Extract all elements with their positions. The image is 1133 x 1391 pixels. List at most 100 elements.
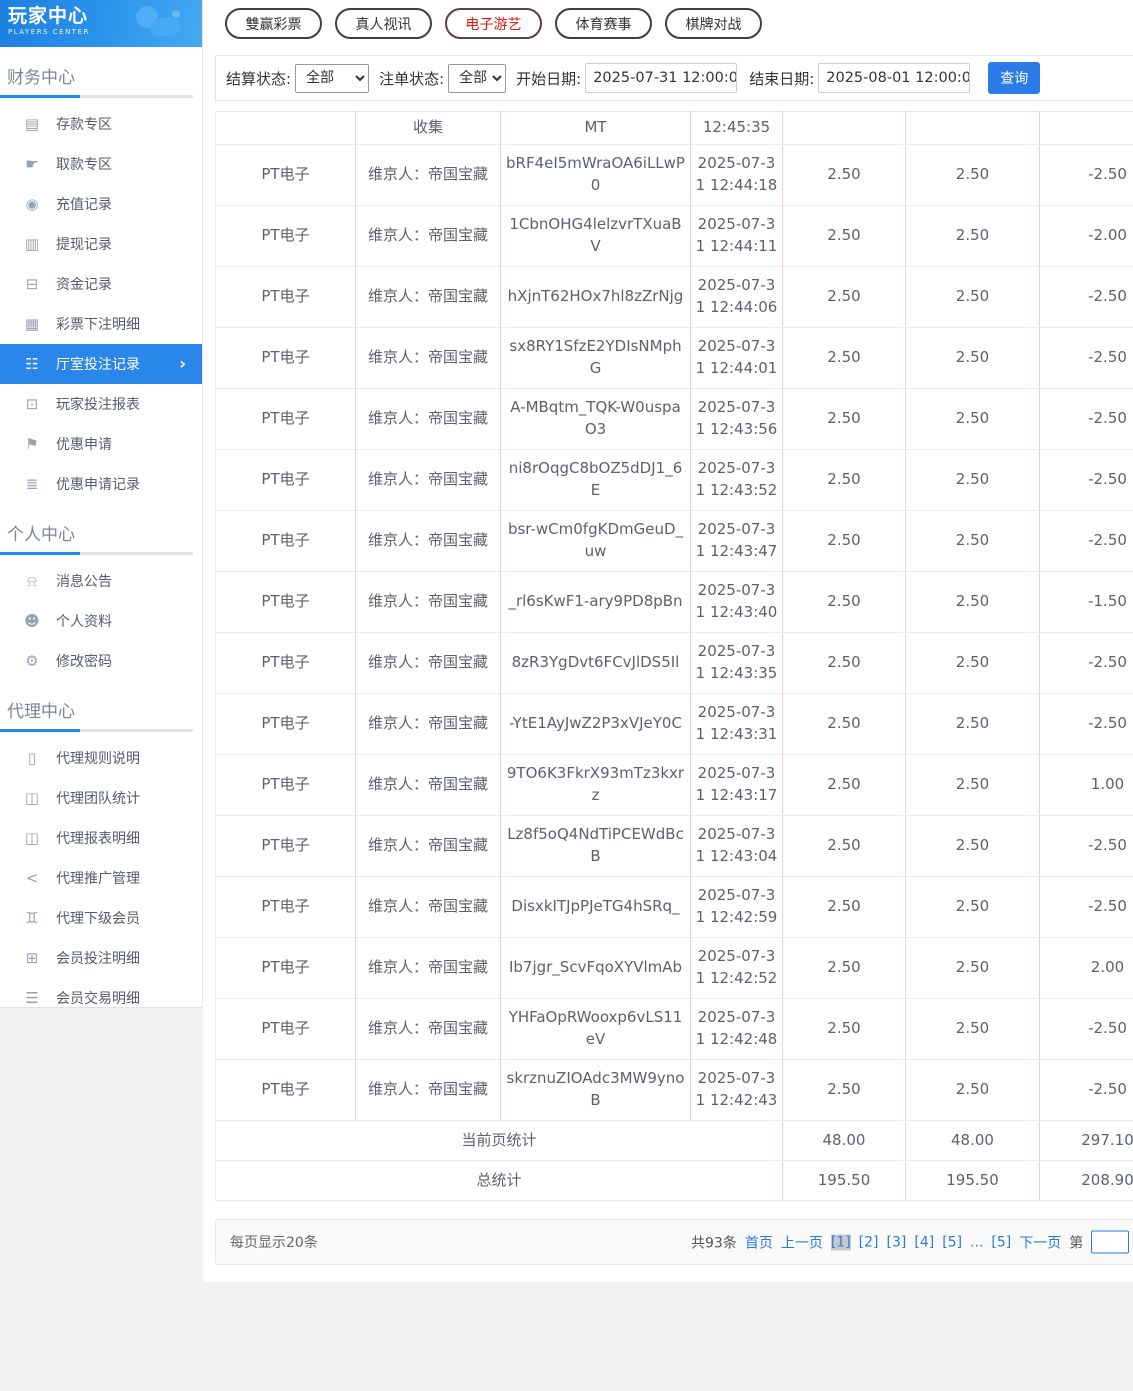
cell-profit: 1.00 [1040, 755, 1133, 816]
sidebar-item-取款专区[interactable]: ☛取款专区 [0, 144, 202, 184]
sidebar-menu: ⍾消息公告☻个人资料⚙修改密码 [0, 561, 202, 681]
cell-order-id: ni8rOqgC8bOZ5dDJ1_6E [501, 450, 691, 511]
sidebar-item-代理下级会员[interactable]: ♊代理下级会员 [0, 898, 202, 938]
sidebar-item-厅室投注记录[interactable]: ☷厅室投注记录› [0, 344, 202, 384]
main-content-panel: 雙赢彩票真人视讯电子游艺体育赛事棋牌对战 结算状态: 全部 注单状态: 全部 开… [203, 0, 1133, 1282]
withdraw-record-icon: ▥ [21, 235, 43, 253]
table-row: PT电子维京人：帝国宝藏8zR3YgDvt6FCvJlDS5Il2025-07-… [216, 633, 1133, 694]
sidebar-item-彩票下注明细[interactable]: ▦彩票下注明细 [0, 304, 202, 344]
sidebar: 玩家中心 PLAYERS CENTER 财务中心▤存款专区☛取款专区◉充值记录▥… [0, 0, 203, 1008]
prev-page-link[interactable]: 上一页 [781, 1232, 823, 1252]
sidebar-item-label: 彩票下注明细 [56, 314, 140, 334]
sidebar-item-代理团队统计[interactable]: ◫代理团队统计 [0, 778, 202, 818]
table-row: PT电子维京人：帝国宝藏DisxkITJpPJeTG4hSRq_2025-07-… [216, 877, 1133, 938]
table-row: PT电子维京人：帝国宝藏sx8RY1SfzE2YDIsNMphG2025-07-… [216, 328, 1133, 389]
nav-tab-雙赢彩票[interactable]: 雙赢彩票 [225, 8, 322, 39]
cell-game-name: 维京人：帝国宝藏 [356, 206, 501, 267]
page-link-4[interactable]: [4] [914, 1234, 934, 1250]
order-status-select[interactable]: 全部 [448, 64, 506, 93]
cell-profit: -2.50 [1040, 633, 1133, 694]
cell-game-name: 维京人：帝国宝藏 [356, 389, 501, 450]
table-row: PT电子维京人：帝国宝藏ni8rOqgC8bOZ5dDJ1_6E2025-07-… [216, 450, 1133, 511]
last-page-link[interactable]: [5] [991, 1234, 1011, 1250]
cell-game-type: PT电子 [216, 694, 356, 755]
page-link-5[interactable]: [5] [942, 1234, 962, 1250]
cell-valid-bet: 2.50 [906, 511, 1040, 572]
sidebar-item-label: 优惠申请记录 [56, 474, 140, 494]
cell-game-name: 维京人：帝国宝藏 [356, 816, 501, 877]
cell-profit: -1.50 [1040, 572, 1133, 633]
sidebar-item-代理规则说明[interactable]: ▯代理规则说明 [0, 738, 202, 778]
search-button[interactable]: 查询 [988, 62, 1040, 94]
sidebar-item-label: 玩家投注报表 [56, 394, 140, 414]
cell-game-name: 维京人：帝国宝藏 [356, 999, 501, 1060]
page-link-3[interactable]: [3] [887, 1234, 907, 1250]
cell-profit: -2.50 [1040, 511, 1133, 572]
sidebar-item-会员交易明细[interactable]: ☰会员交易明细 [0, 978, 202, 1018]
sidebar-item-优惠申请[interactable]: ⚑优惠申请 [0, 424, 202, 464]
nav-tab-真人视讯[interactable]: 真人视讯 [335, 8, 432, 39]
cell-order-id: hXjnT62HOx7hl8zZrNjg [501, 267, 691, 328]
sidebar-item-代理推广管理[interactable]: <代理推广管理 [0, 858, 202, 898]
nav-tab-棋牌对战[interactable]: 棋牌对战 [665, 8, 762, 39]
sidebar-item-资金记录[interactable]: ⊟资金记录 [0, 264, 202, 304]
sidebar-item-修改密码[interactable]: ⚙修改密码 [0, 641, 202, 681]
brand-header: 玩家中心 PLAYERS CENTER [0, 0, 202, 47]
cell-bet-time: 2025-07-31 12:42:48 [691, 999, 783, 1060]
first-page-link[interactable]: 首页 [745, 1232, 773, 1252]
cell-game-type: PT电子 [216, 938, 356, 999]
end-date-label: 结束日期: [749, 68, 814, 89]
cell-game-name: 维京人：帝国宝藏 [356, 938, 501, 999]
page-link-2[interactable]: [2] [859, 1234, 879, 1250]
order-status-label: 注单状态: [379, 68, 444, 89]
cell-valid-bet: 2.50 [906, 145, 1040, 206]
sidebar-item-个人资料[interactable]: ☻个人资料 [0, 601, 202, 641]
cell-valid-bet [906, 112, 1040, 145]
cell-profit: -2.00 [1040, 206, 1133, 267]
cell-valid-bet: 2.50 [906, 328, 1040, 389]
sidebar-item-代理报表明细[interactable]: ◫代理报表明细 [0, 818, 202, 858]
sidebar-item-label: 资金记录 [56, 274, 112, 294]
table-row: PT电子维京人：帝国宝藏Ib7jgr_ScvFqoXYVlmAb2025-07-… [216, 938, 1133, 999]
sidebar-item-label: 提现记录 [56, 234, 112, 254]
cell-order-id: Lz8f5oQ4NdTiPCEWdBcB [501, 816, 691, 877]
sidebar-item-label: 优惠申请 [56, 434, 112, 454]
jump-prefix-label: 第 [1069, 1232, 1083, 1252]
cell-game-name: 维京人：帝国宝藏 [356, 145, 501, 206]
jump-page-input[interactable] [1091, 1231, 1129, 1254]
cell-game-type: PT电子 [216, 267, 356, 328]
sidebar-item-消息公告[interactable]: ⍾消息公告 [0, 561, 202, 601]
sidebar-item-优惠申请记录[interactable]: ≣优惠申请记录 [0, 464, 202, 504]
sidebar-item-存款专区[interactable]: ▤存款专区 [0, 104, 202, 144]
next-page-link[interactable]: 下一页 [1019, 1232, 1061, 1252]
cell-valid-bet: 2.50 [906, 389, 1040, 450]
cell-bet-time: 2025-07-31 12:42:43 [691, 1060, 783, 1121]
page-link-1[interactable]: [1] [831, 1234, 851, 1250]
sidebar-item-玩家投注报表[interactable]: ⊡玩家投注报表 [0, 384, 202, 424]
cell-bet-amount: 2.50 [783, 145, 906, 206]
sidebar-item-会员投注明细[interactable]: ⊞会员投注明细 [0, 938, 202, 978]
cell-profit: -2.50 [1040, 389, 1133, 450]
sidebar-item-提现记录[interactable]: ▥ 提现记录 [0, 224, 202, 264]
settle-status-select[interactable]: 全部 [295, 64, 369, 93]
sidebar-item-label: 消息公告 [56, 571, 112, 591]
start-date-input[interactable] [585, 63, 737, 93]
total-count-label: 共93条 [691, 1232, 737, 1252]
cell-game-name: 收集 [356, 112, 501, 145]
sidebar-section-title: 代理中心 [7, 697, 192, 722]
cell-order-id: skrznuZIOAdc3MW9ynoB [501, 1060, 691, 1121]
nav-tab-体育赛事[interactable]: 体育赛事 [555, 8, 652, 39]
cell-bet-time: 2025-07-31 12:43:31 [691, 694, 783, 755]
sidebar-item-label: 代理报表明细 [56, 828, 140, 848]
nav-tab-电子游艺[interactable]: 电子游艺 [445, 8, 542, 39]
cell-game-name: 维京人：帝国宝藏 [356, 877, 501, 938]
cell-valid-bet: 2.50 [906, 877, 1040, 938]
section-underline [0, 95, 193, 98]
sidebar-section-title: 个人中心 [7, 520, 192, 545]
cell-bet-amount: 2.50 [783, 267, 906, 328]
total-summary-valid: 195.50 [906, 1161, 1040, 1201]
sidebar-item-充值记录[interactable]: ◉充值记录 [0, 184, 202, 224]
cell-valid-bet: 2.50 [906, 999, 1040, 1060]
cell-bet-time: 2025-07-31 12:43:35 [691, 633, 783, 694]
end-date-input[interactable] [818, 63, 970, 93]
